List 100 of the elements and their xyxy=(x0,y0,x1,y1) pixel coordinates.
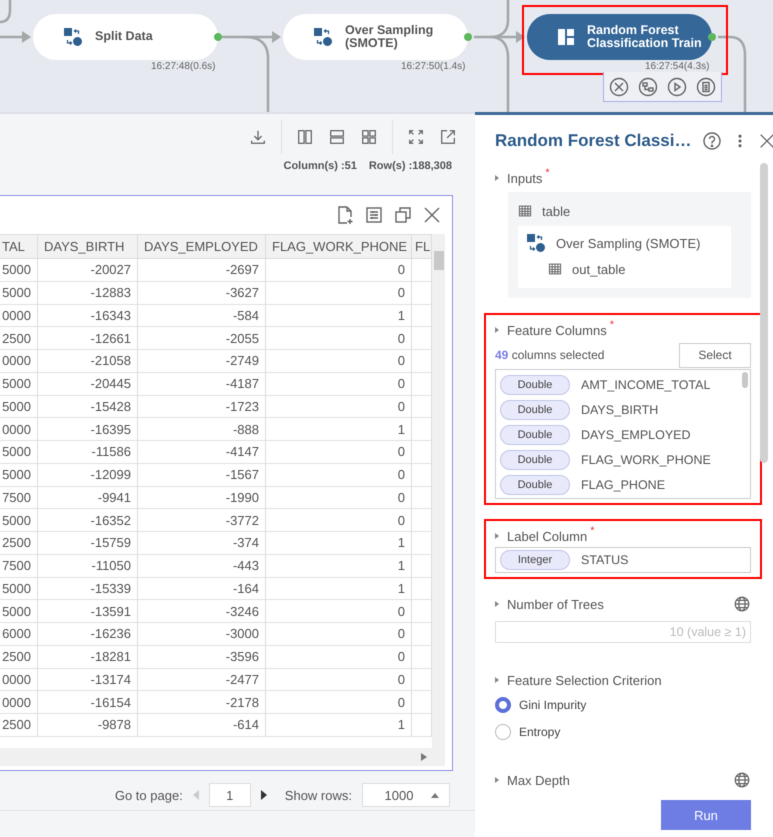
count-label: Row(s) :188,308 xyxy=(368,160,452,174)
clipboard-icon[interactable] xyxy=(696,76,716,96)
run-time: 16:27:54(4.3s) xyxy=(645,61,710,72)
column-header[interactable]: TAL xyxy=(0,234,38,259)
table-cell: -18281 xyxy=(38,646,138,668)
table-cell: -3246 xyxy=(138,600,266,623)
table-cell: -888 xyxy=(138,418,266,441)
connector-arrow xyxy=(222,31,281,43)
cancel-icon[interactable] xyxy=(608,76,629,96)
expand-icon[interactable] xyxy=(407,128,425,146)
port-dot[interactable] xyxy=(464,33,472,41)
table-cell: -21058 xyxy=(38,350,138,373)
type-tag: Double xyxy=(500,424,570,444)
table-cell: 0 xyxy=(266,396,412,418)
nodes-icon[interactable] xyxy=(638,76,658,96)
download-icon[interactable] xyxy=(249,128,267,146)
rows-icon[interactable] xyxy=(328,128,346,146)
radio-option[interactable]: Entropy xyxy=(495,718,560,745)
radio-option[interactable]: Gini Impurity xyxy=(495,691,586,718)
expand-icon[interactable] xyxy=(495,677,499,683)
close-icon[interactable] xyxy=(758,132,773,150)
scrollbar[interactable] xyxy=(742,372,748,388)
rows-select[interactable]: 1000 xyxy=(362,783,450,807)
table-cell: 5000 xyxy=(0,441,38,464)
copy-icon[interactable] xyxy=(393,205,413,225)
type-tag: Double xyxy=(500,400,570,420)
section-label: Inputs xyxy=(507,170,542,186)
label-column-field[interactable]: Integer STATUS xyxy=(495,547,751,573)
workflow-node[interactable]: Random Forest Classification Train xyxy=(527,14,712,60)
table-cell: 1 xyxy=(266,554,412,578)
type-tag: Double xyxy=(500,374,570,394)
table-cell: 2500 xyxy=(0,646,38,668)
expand-icon[interactable] xyxy=(495,601,499,607)
settings-panel-icon[interactable] xyxy=(364,205,384,225)
table-cell: 1 xyxy=(266,304,412,328)
table-cell: 7500 xyxy=(0,554,38,578)
type-tag: Double xyxy=(500,450,570,470)
next-icon[interactable] xyxy=(260,790,267,800)
globe-icon[interactable] xyxy=(733,771,751,789)
external-link-icon[interactable] xyxy=(439,128,457,146)
table-cell: 2500 xyxy=(0,532,38,555)
expand-icon[interactable] xyxy=(495,175,499,181)
page-field[interactable]: 1 xyxy=(208,783,251,807)
run-button[interactable]: Run xyxy=(661,800,751,830)
required-mark: * xyxy=(590,525,594,537)
table-cell: -16343 xyxy=(38,304,138,328)
table-cell: 0 xyxy=(266,464,412,486)
columns-icon[interactable] xyxy=(296,128,314,146)
table-cell: -2697 xyxy=(138,259,266,282)
layout-icon xyxy=(557,28,575,46)
scroll-right-icon[interactable] xyxy=(421,753,427,761)
expand-icon[interactable] xyxy=(495,533,499,539)
table-cell: -20445 xyxy=(38,372,138,396)
close-icon[interactable] xyxy=(422,205,442,225)
help-icon[interactable] xyxy=(702,131,722,151)
select-button[interactable]: Select xyxy=(679,342,751,368)
caret-icon xyxy=(431,792,440,798)
page-label: Go to page: xyxy=(114,788,183,802)
grid-icon[interactable] xyxy=(360,128,378,146)
workflow-node[interactable]: Over Sampling (SMOTE) xyxy=(283,14,468,60)
globe-icon[interactable] xyxy=(733,595,751,613)
table-cell: -3000 xyxy=(138,623,266,646)
expand-icon[interactable] xyxy=(495,777,499,783)
column-header[interactable]: FL xyxy=(412,234,432,259)
table-cell: -2477 xyxy=(138,668,266,692)
table-cell: 0000 xyxy=(0,418,38,441)
port-dot[interactable] xyxy=(708,33,716,41)
table-cell: 1 xyxy=(266,418,412,441)
table-cell: 0 xyxy=(266,623,412,646)
run-time: 16:27:48(0.6s) xyxy=(151,61,216,72)
play-icon[interactable] xyxy=(667,76,688,96)
table-cell: 0 xyxy=(266,600,412,623)
table-cell: -13591 xyxy=(38,600,138,623)
table-cell: 0000 xyxy=(0,668,38,692)
table-cell: -2178 xyxy=(138,691,266,714)
table-cell: -443 xyxy=(138,554,266,578)
section-label: Number of Trees xyxy=(507,596,604,612)
source-label: Over Sampling (SMOTE) xyxy=(556,236,700,250)
trees-input[interactable]: 10 (value ≥ 1) xyxy=(495,621,751,643)
table-cell: -1723 xyxy=(138,396,266,418)
table-cell: -11050 xyxy=(38,554,138,578)
table-cell: -12661 xyxy=(38,327,138,350)
column-header[interactable]: FLAG_WORK_PHONE xyxy=(266,234,412,259)
table-cell: -11586 xyxy=(38,441,138,464)
column-name: FLAG_WORK_PHONE xyxy=(581,452,711,466)
table-cell: 1 xyxy=(266,714,412,737)
table-cell: -16154 xyxy=(38,691,138,714)
table-cell: 6000 xyxy=(0,623,38,646)
scrollbar[interactable] xyxy=(0,748,445,766)
column-header[interactable]: DAYS_EMPLOYED xyxy=(138,234,266,259)
workflow-node[interactable]: Split Data xyxy=(33,14,218,60)
table-cell: -12099 xyxy=(38,464,138,486)
type-tag: Integer xyxy=(500,550,570,570)
scrollbar[interactable] xyxy=(760,163,768,463)
port-dot[interactable] xyxy=(214,33,222,41)
expand-icon[interactable] xyxy=(495,327,499,333)
table-cell: 2500 xyxy=(0,714,38,737)
table-cell: 7500 xyxy=(0,486,38,510)
scrollbar[interactable] xyxy=(432,234,445,748)
column-header[interactable]: DAYS_BIRTH xyxy=(38,234,138,259)
